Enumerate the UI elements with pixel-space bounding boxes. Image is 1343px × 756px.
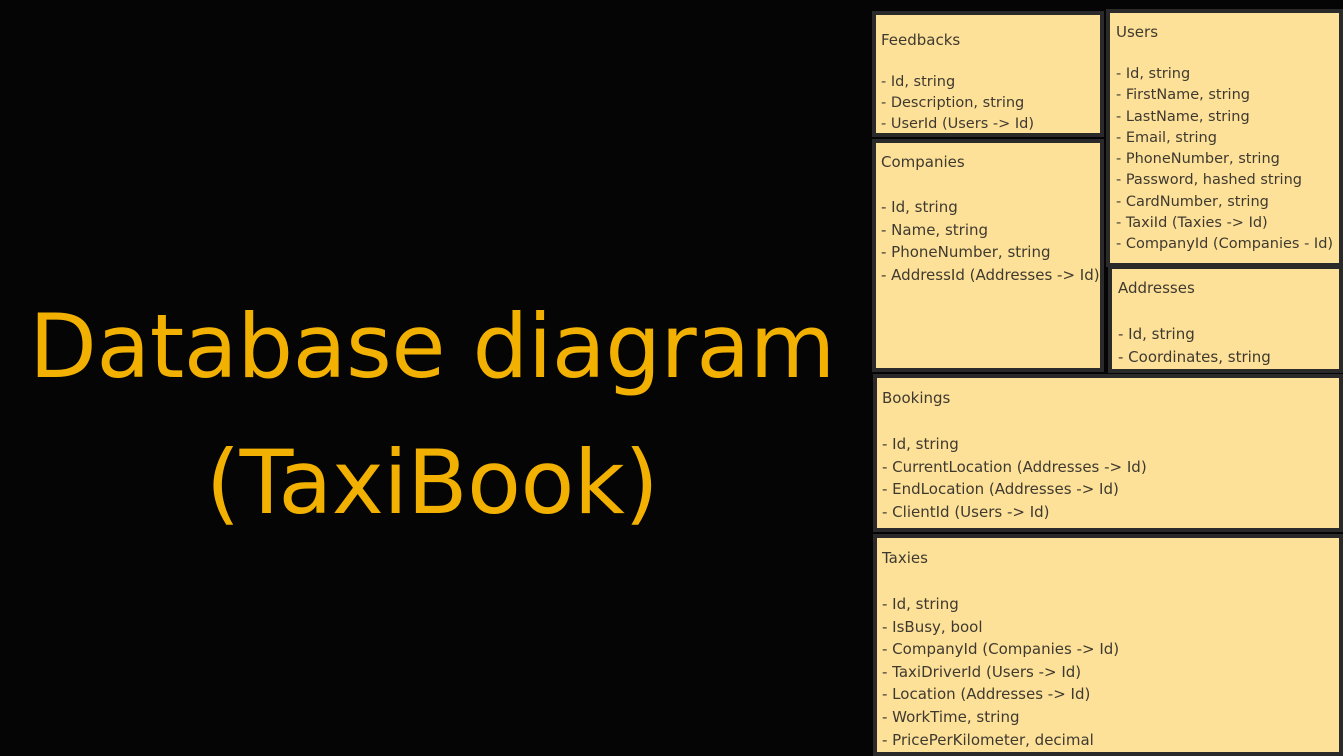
table-card-feedbacks: Feedbacks - Id, string - Description, str… bbox=[872, 11, 1104, 137]
field-row: - LastName, string bbox=[1116, 108, 1250, 125]
field-row: - Name, string bbox=[881, 220, 989, 239]
table-card-bookings: Bookings - Id, string - CurrentLocation (… bbox=[873, 374, 1343, 532]
field-list-companies: - Id, string - Name, string - PhoneNumber,… bbox=[881, 196, 1100, 286]
table-name-feedbacks: Feedbacks bbox=[881, 31, 961, 49]
field-row: - Location (Addresses -> Id) bbox=[882, 685, 1091, 704]
field-row: - WorkTime, string bbox=[882, 707, 1020, 726]
field-row: - PricePerKilometer, decimal bbox=[882, 730, 1094, 749]
table-name-taxies: Taxies bbox=[882, 549, 928, 567]
table-card-users: Users - Id, string - FirstName, string - L… bbox=[1106, 9, 1343, 267]
field-row: - PhoneNumber, string bbox=[881, 243, 1051, 262]
field-row: - TaxiId (Taxies -> Id) bbox=[1116, 215, 1268, 232]
field-row: - Description, string bbox=[881, 95, 1025, 111]
field-row: - CompanyId (Companies - Id) bbox=[1116, 236, 1334, 253]
field-row: - Id, string bbox=[881, 198, 958, 216]
table-name-users: Users bbox=[1116, 23, 1159, 41]
field-row: - CardNumber, string bbox=[1116, 193, 1269, 210]
field-row: - CompanyId (Companies -> Id) bbox=[882, 640, 1120, 659]
table-name-companies: Companies bbox=[881, 153, 965, 171]
field-row: - ClientId (Users -> Id) bbox=[882, 502, 1050, 521]
field-row: - Email, string bbox=[1116, 129, 1217, 146]
field-list-feedbacks: - Id, string - Description, string - UserI… bbox=[881, 72, 1034, 133]
field-row: - Id, string bbox=[881, 74, 956, 90]
field-row: - Id, string bbox=[1116, 66, 1191, 82]
field-row: - Password, hashed string bbox=[1116, 172, 1302, 189]
field-row: - PhoneNumber, string bbox=[1116, 151, 1280, 168]
field-row: - TaxiDriverId (Users -> Id) bbox=[882, 662, 1082, 681]
field-row: - AddressId (Addresses -> Id) bbox=[881, 265, 1100, 284]
field-row: - Id, string bbox=[882, 595, 959, 613]
field-row: - Coordinates, string bbox=[1118, 347, 1271, 366]
table-name-addresses: Addresses bbox=[1118, 279, 1195, 297]
field-row: - IsBusy, bool bbox=[882, 617, 983, 636]
field-row: - CurrentLocation (Addresses -> Id) bbox=[882, 457, 1147, 476]
field-list-addresses: - Id, string - Coordinates, string bbox=[1118, 323, 1271, 368]
diagram-title-line-1: Database diagram bbox=[29, 294, 835, 398]
diagram-title-line-2: (TaxiBook) bbox=[205, 430, 659, 534]
field-row: - FirstName, string bbox=[1116, 87, 1250, 104]
table-card-addresses: Addresses - Id, string - Coordinates, str… bbox=[1108, 265, 1343, 373]
field-list-taxies: - Id, string - IsBusy, bool - CompanyId (C… bbox=[882, 593, 1119, 751]
field-row: - Id, string bbox=[1118, 325, 1195, 343]
field-list-users: - Id, string - FirstName, string - LastNam… bbox=[1116, 64, 1333, 256]
field-list-bookings: - Id, string - CurrentLocation (Addresses… bbox=[882, 433, 1147, 523]
field-row: - UserId (Users -> Id) bbox=[881, 116, 1034, 132]
table-name-bookings: Bookings bbox=[882, 389, 951, 407]
table-card-taxies: Taxies - Id, string - IsBusy, bool - Compa… bbox=[873, 534, 1343, 756]
field-row: - Id, string bbox=[882, 435, 959, 453]
field-row: - EndLocation (Addresses -> Id) bbox=[882, 480, 1119, 499]
table-card-companies: Companies - Id, string - Name, string - Ph… bbox=[872, 139, 1104, 372]
